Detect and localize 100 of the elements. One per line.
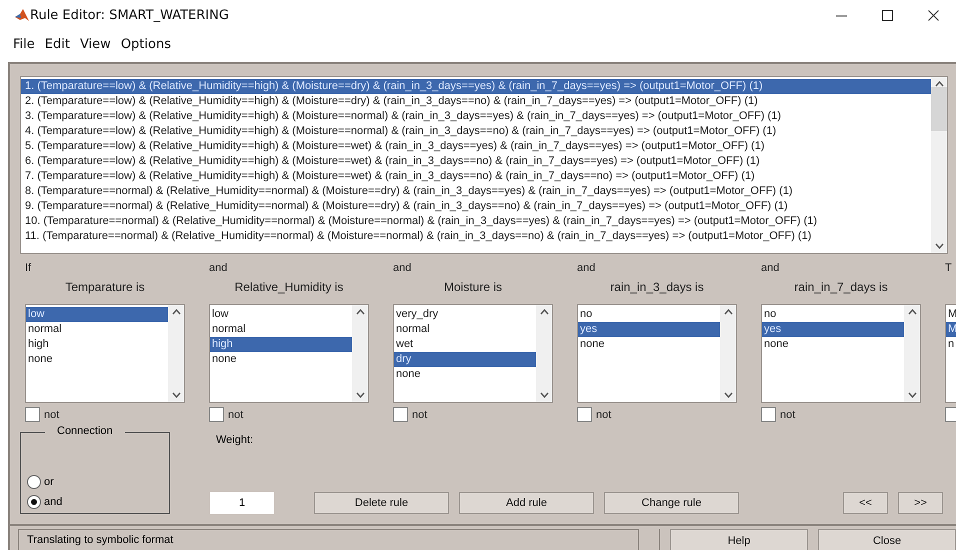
option-list[interactable]: no yes none — [761, 304, 921, 403]
variable-label: rain_in_3_days is — [609, 280, 705, 296]
group-title: Connection — [45, 425, 125, 437]
rule-item[interactable]: 2. (Temparature==low) & (Relative_Humidity==high) & (Moisture==dry) & (rain_in_3_days==no) & (rain_in_7_days==yes) => (output1=Motor_OFF) (1) — [21, 94, 931, 109]
option-list[interactable]: low normal high none — [25, 304, 185, 403]
radio-button[interactable] — [27, 495, 41, 509]
option-list[interactable]: no yes none — [577, 304, 737, 403]
list-option[interactable]: M — [946, 322, 956, 337]
not-checkbox[interactable] — [945, 407, 956, 422]
menu-item[interactable]: View — [74, 36, 116, 52]
rule-item[interactable]: 11. (Temparature==normal) & (Relative_Humidity==normal) & (Moisture==normal) & (rain_in_3_days==no) & (rain_in_7_days==yes) => (output1=Motor_OFF) (1) — [21, 229, 931, 244]
list-option[interactable]: none — [578, 337, 720, 352]
rule-list[interactable] — [20, 76, 948, 254]
scroll-down-icon[interactable] — [540, 392, 548, 398]
not-label: not — [596, 408, 612, 420]
scrollbar[interactable] — [352, 305, 368, 402]
not-label: not — [780, 408, 796, 420]
not-checkbox[interactable] — [577, 407, 592, 422]
list-option[interactable]: none — [26, 352, 168, 367]
not-checkbox[interactable] — [209, 407, 224, 422]
menu-item[interactable]: Edit — [40, 36, 75, 52]
scroll-thumb[interactable] — [931, 87, 947, 131]
nav-button[interactable]: >> — [898, 492, 943, 514]
app-logo-icon — [14, 8, 30, 22]
not-label: not — [412, 408, 428, 420]
scroll-down-icon[interactable] — [934, 243, 944, 249]
scrollbar[interactable] — [536, 305, 552, 402]
rule-item[interactable]: 5. (Temparature==low) & (Relative_Humidity==high) & (Moisture==wet) & (rain_in_3_days==yes) & (rain_in_7_days==yes) => (output1=Motor_OFF) (1) — [21, 139, 931, 154]
variable-label: rain_in_7_days is — [793, 280, 889, 296]
not-label: not — [228, 408, 244, 420]
scroll-down-icon[interactable] — [356, 392, 364, 398]
option-list[interactable]: M M n — [945, 304, 956, 403]
variable-label: Temparature is — [64, 280, 146, 296]
action-button[interactable]: Delete rule — [314, 492, 449, 514]
connector-label: T — [945, 262, 953, 276]
action-button[interactable]: Change rule — [604, 492, 739, 514]
list-option[interactable]: none — [210, 352, 352, 367]
rule-item[interactable]: 6. (Temparature==low) & (Relative_Humidity==high) & (Moisture==wet) & (rain_in_3_days==no) & (rain_in_7_days==yes) => (output1=Motor_OFF) (1) — [21, 154, 931, 169]
radio-label: and — [44, 496, 62, 508]
scroll-down-icon[interactable] — [908, 392, 916, 398]
list-option[interactable]: no — [578, 307, 720, 322]
rule-item[interactable]: 9. (Temparature==normal) & (Relative_Humidity==normal) & (Moisture==dry) & (rain_in_3_days==no) & (rain_in_7_days==yes) => (output1=Motor_OFF) (1) — [21, 199, 931, 214]
not-label: not — [44, 408, 60, 420]
list-option[interactable]: high — [210, 337, 352, 352]
not-checkbox[interactable] — [393, 407, 408, 422]
scroll-up-icon[interactable] — [172, 309, 180, 315]
scroll-down-icon[interactable] — [724, 392, 732, 398]
weight-field[interactable]: 1 — [210, 492, 274, 514]
nav-button[interactable]: << — [843, 492, 888, 514]
list-option[interactable]: high — [26, 337, 168, 352]
radio-button[interactable] — [27, 475, 41, 489]
list-option[interactable]: M — [946, 307, 956, 322]
scrollbar[interactable] — [904, 305, 920, 402]
list-option[interactable]: normal — [394, 322, 536, 337]
variable-label: Relative_Humidity is — [234, 280, 344, 296]
connector-label: and — [393, 262, 412, 276]
list-option[interactable]: no — [762, 307, 904, 322]
rule-item[interactable]: 8. (Temparature==normal) & (Relative_Humidity==normal) & (Moisture==dry) & (rain_in_3_days==yes) & (rain_in_7_days==yes) => (output1=Motor_OFF) (1) — [21, 184, 931, 199]
menu-item[interactable]: File — [8, 36, 40, 52]
footer-button[interactable]: Close — [818, 529, 956, 550]
weight-label: Weight: — [216, 434, 254, 446]
footer-button[interactable]: Help — [670, 529, 808, 550]
option-list[interactable]: low normal high none — [209, 304, 369, 403]
list-option[interactable]: none — [394, 367, 536, 382]
option-list[interactable]: very_dry normal wet dry none — [393, 304, 553, 403]
list-option[interactable]: low — [26, 307, 168, 322]
rule-item[interactable]: 7. (Temparature==low) & (Relative_Humidity==high) & (Moisture==wet) & (rain_in_3_days==no) & (rain_in_7_days==no) => (output1=Motor_OFF) (1) — [21, 169, 931, 184]
connector-label: and — [209, 262, 228, 276]
list-option[interactable]: yes — [578, 322, 720, 337]
list-option[interactable]: none — [762, 337, 904, 352]
rule-item[interactable]: 3. (Temparature==low) & (Relative_Humidity==high) & (Moisture==normal) & (rain_in_3_days==yes) & (rain_in_7_days==yes) => (output1=Motor_OFF) (1) — [21, 109, 931, 124]
status-text: Translating to symbolic format — [18, 529, 639, 550]
list-option[interactable]: dry — [394, 352, 536, 367]
close-icon — [928, 10, 938, 20]
scroll-up-icon[interactable] — [908, 309, 916, 315]
rule-item[interactable]: 10. (Temparature==normal) & (Relative_Humidity==normal) & (Moisture==normal) & (rain_in_3_days==yes) & (rain_in_7_days==yes) => (output1=Motor_OFF) (1) — [21, 214, 931, 229]
list-option[interactable]: normal — [26, 322, 168, 337]
radio-label: or — [44, 476, 54, 488]
scrollbar[interactable] — [168, 305, 184, 402]
scrollbar[interactable] — [931, 77, 947, 253]
scroll-up-icon[interactable] — [724, 309, 732, 315]
rule-item[interactable]: 1. (Temparature==low) & (Relative_Humidity==high) & (Moisture==dry) & (rain_in_3_days==yes) & (rain_in_7_days==yes) => (output1=Motor_OFF) (1) — [21, 79, 931, 94]
list-option[interactable]: wet — [394, 337, 536, 352]
action-button[interactable]: Add rule — [459, 492, 594, 514]
not-checkbox[interactable] — [761, 407, 776, 422]
connector-label: If — [25, 262, 32, 276]
scroll-up-icon[interactable] — [934, 81, 944, 87]
rule-item[interactable]: 4. (Temparature==low) & (Relative_Humidity==high) & (Moisture==normal) & (rain_in_3_days==no) & (rain_in_7_days==yes) => (output1=Motor_OFF) (1) — [21, 124, 931, 139]
list-option[interactable]: normal — [210, 322, 352, 337]
scroll-up-icon[interactable] — [356, 309, 364, 315]
list-option[interactable]: n — [946, 337, 956, 352]
scroll-up-icon[interactable] — [540, 309, 548, 315]
scrollbar[interactable] — [720, 305, 736, 402]
variable-label: Moisture is — [442, 280, 503, 296]
list-option[interactable]: low — [210, 307, 352, 322]
scroll-down-icon[interactable] — [172, 392, 180, 398]
menu-item[interactable]: Options — [116, 36, 176, 52]
list-option[interactable]: very_dry — [394, 307, 536, 322]
list-option[interactable]: yes — [762, 322, 904, 337]
not-checkbox[interactable] — [25, 407, 40, 422]
